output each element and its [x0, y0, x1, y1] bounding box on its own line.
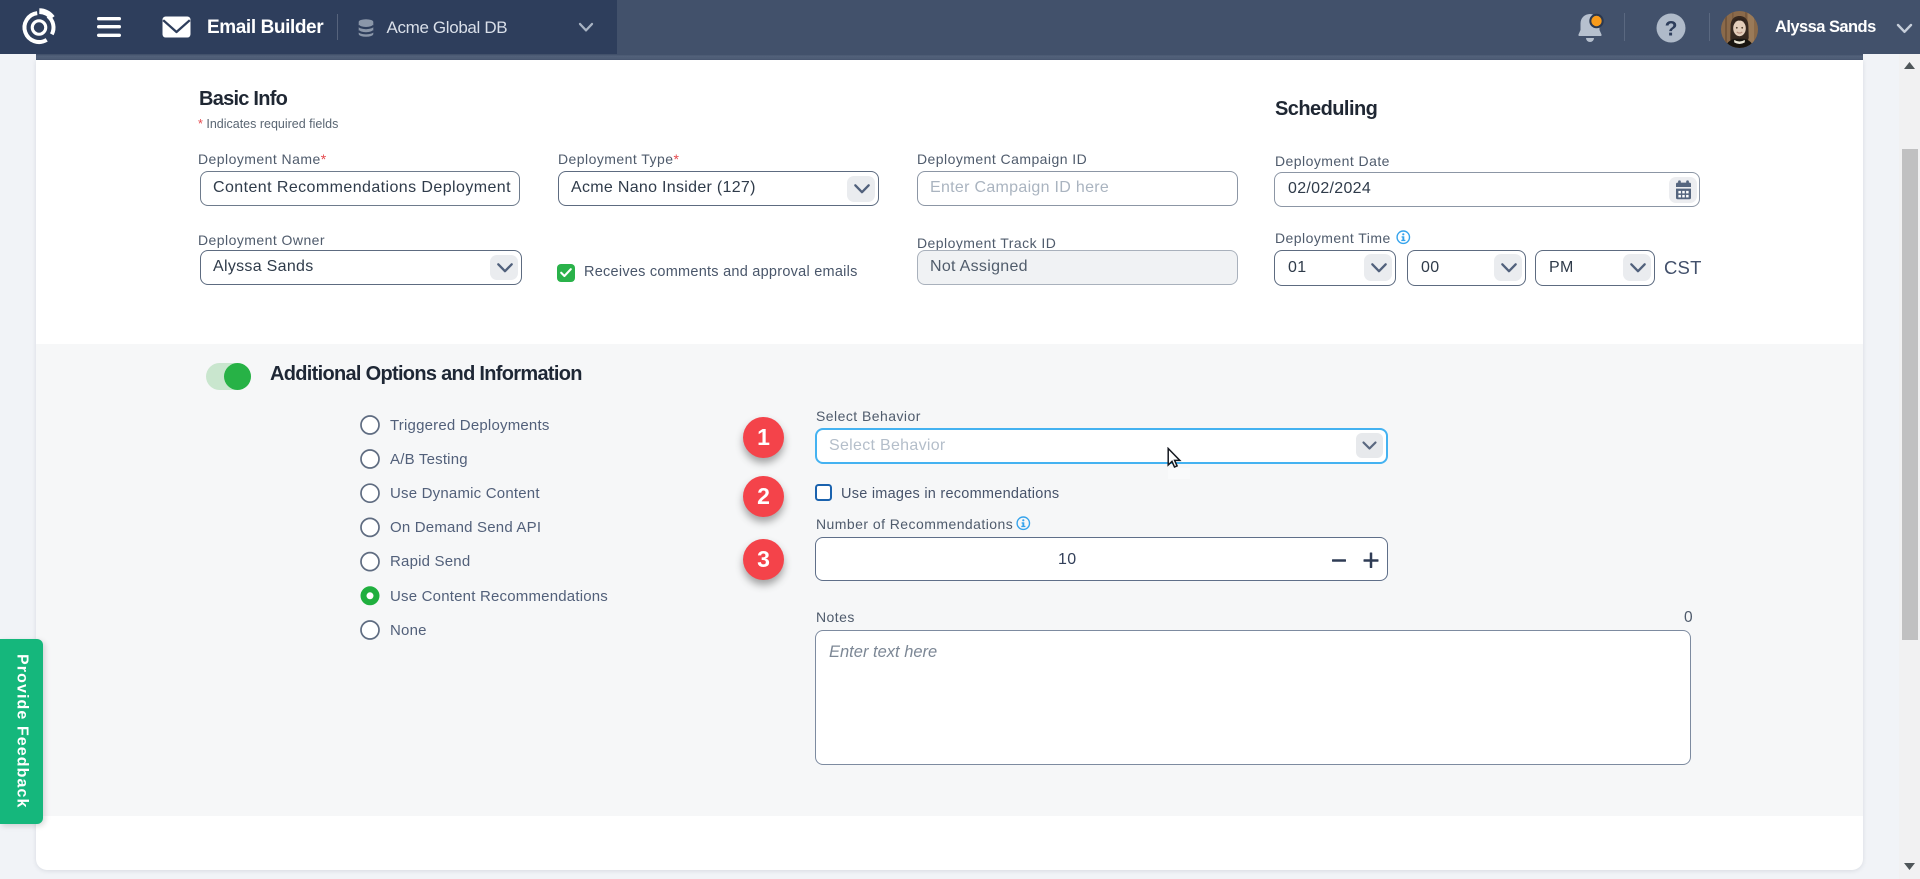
svg-text:?: ?: [1665, 18, 1678, 41]
